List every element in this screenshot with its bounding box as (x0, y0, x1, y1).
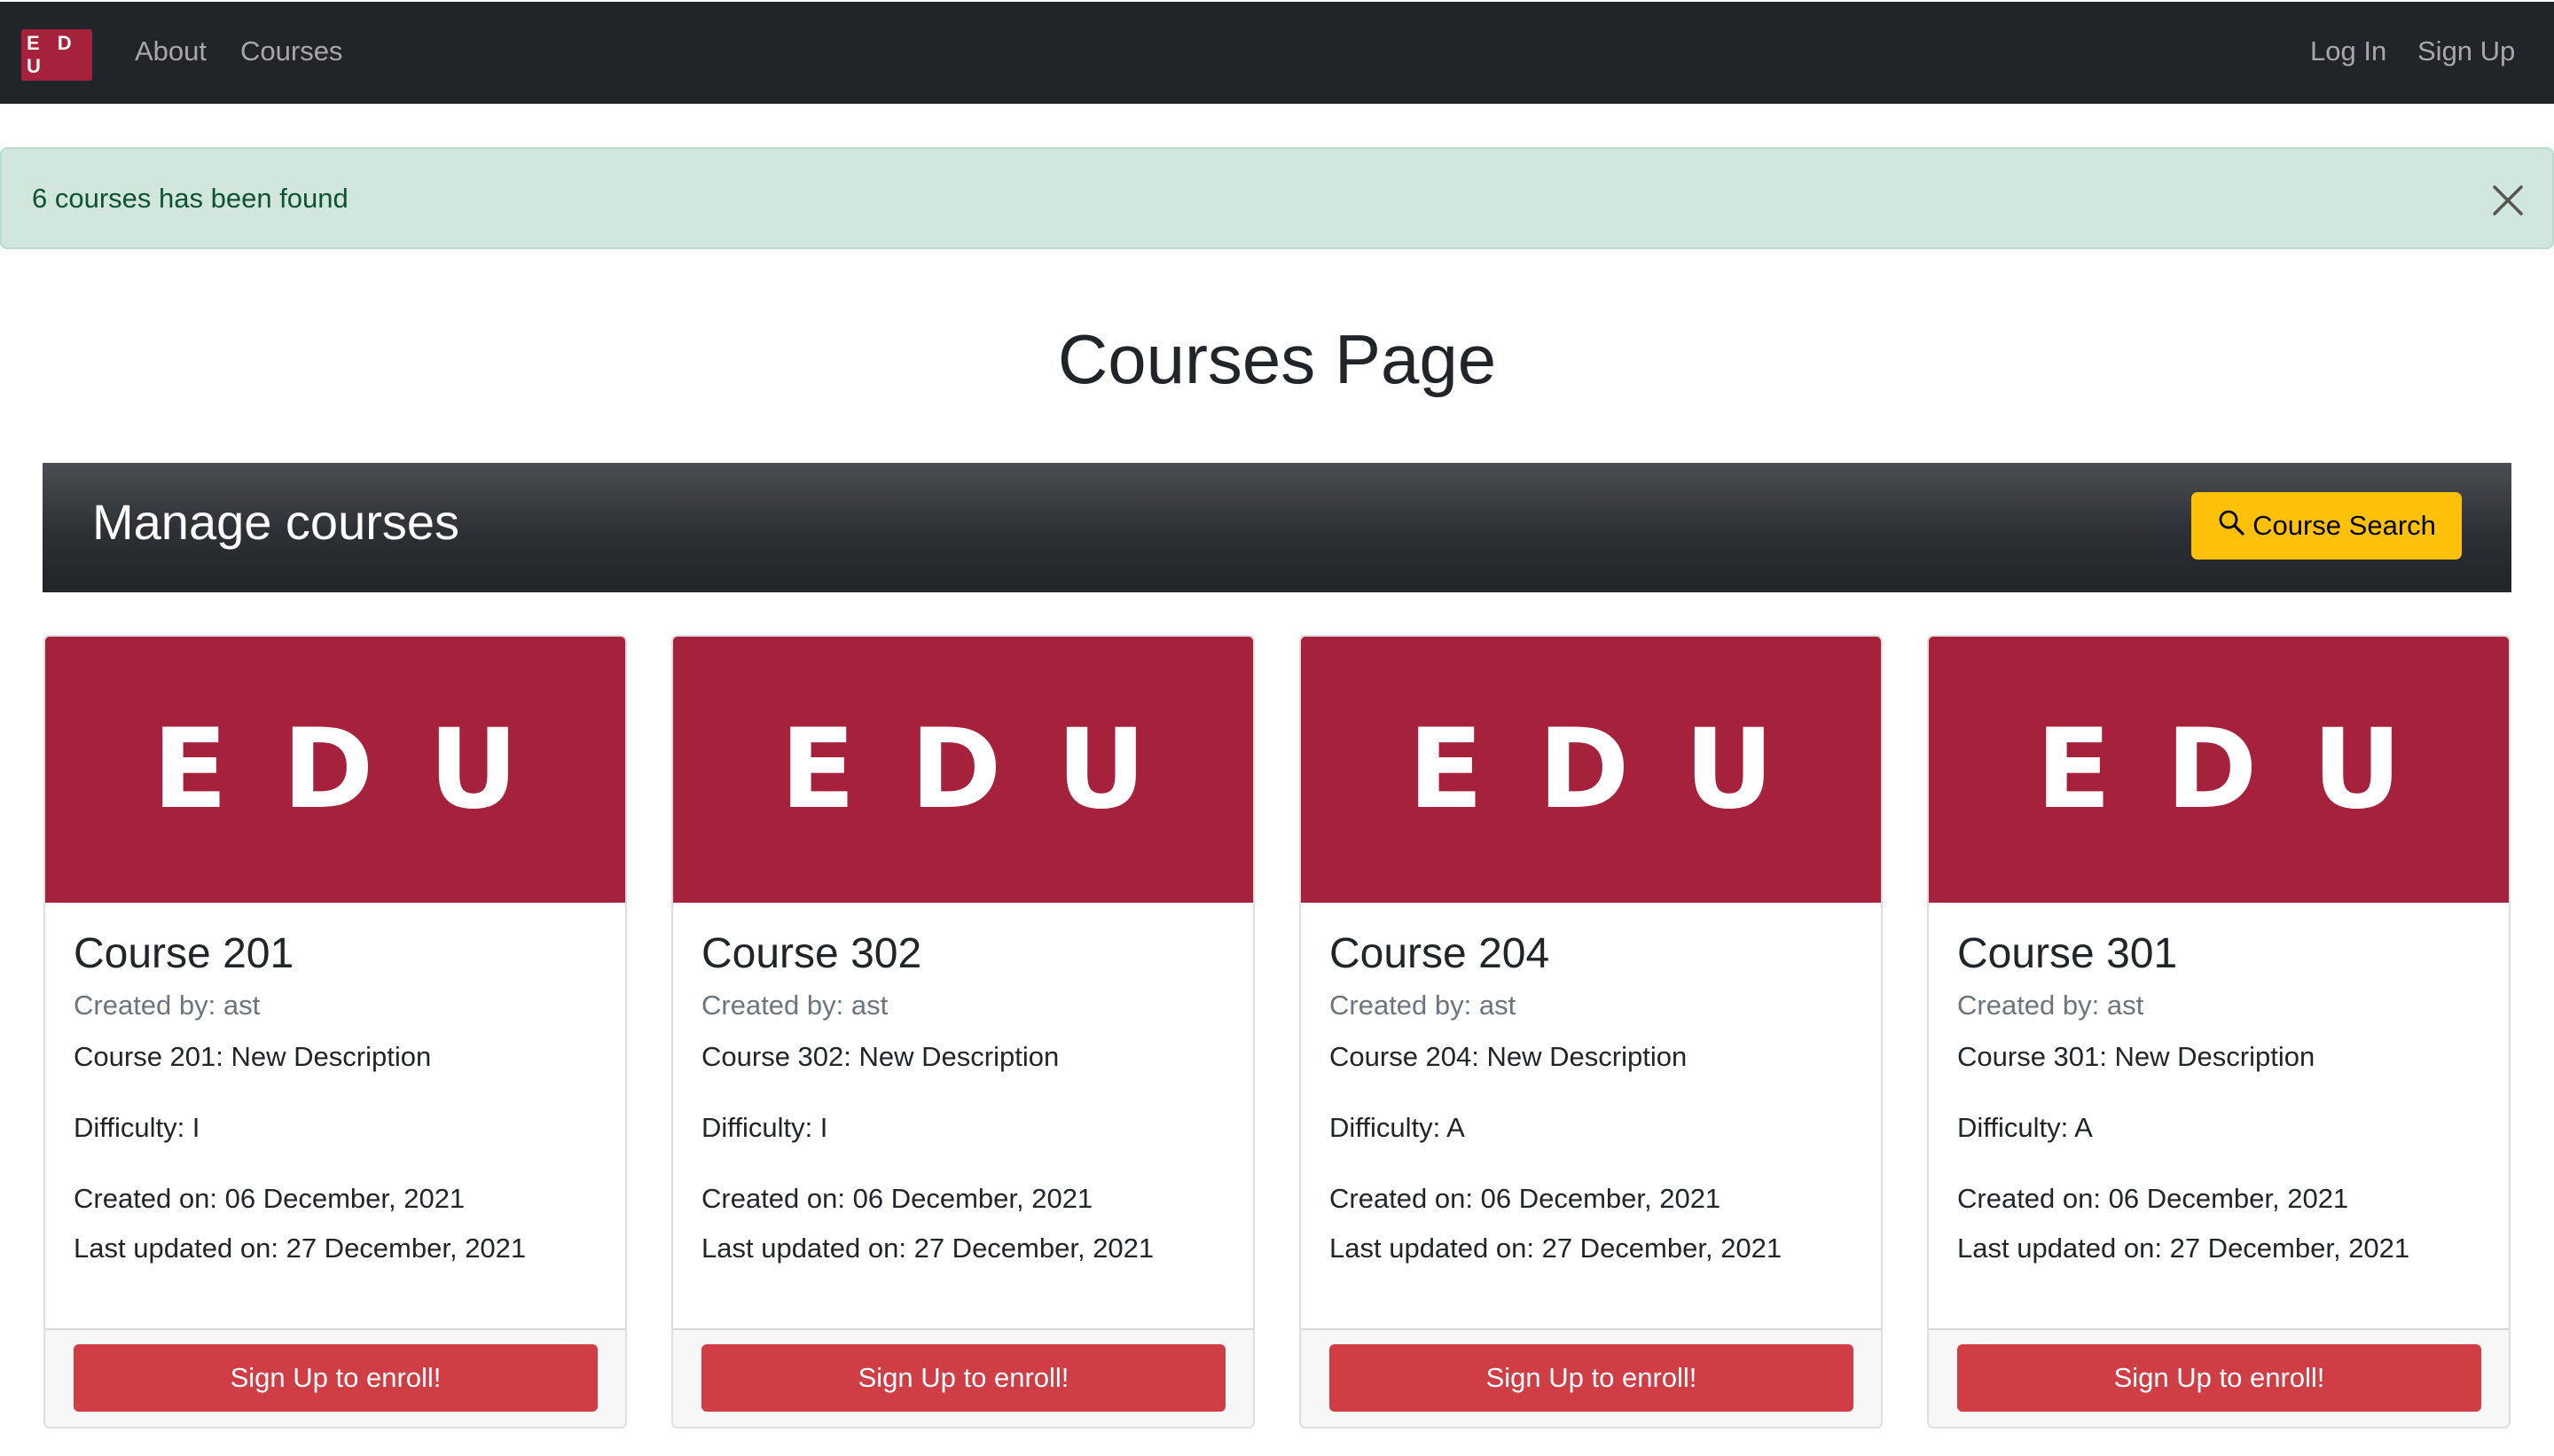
course-creator: Created by: ast (74, 990, 261, 1021)
nav-link-about[interactable]: About (135, 35, 207, 67)
success-alert: 6 courses has been found (0, 147, 2554, 249)
nav-link-login[interactable]: Log In (2310, 35, 2386, 67)
course-card: EDU Course 302 Created by: ast Course 30… (671, 635, 1255, 1429)
manage-courses-header: Manage courses Course Search (43, 463, 2511, 592)
top-navbar: E D U About Courses Log In Sign Up (0, 2, 2554, 104)
course-updated-on: Last updated on: 27 December, 2021 (1329, 1233, 1782, 1264)
course-card: EDU Course 204 Created by: ast Course 20… (1299, 635, 1883, 1429)
course-description: Course 302: New Description (701, 1041, 1060, 1072)
card-footer: Sign Up to enroll! (1301, 1328, 1881, 1427)
nav-link-signup[interactable]: Sign Up (2417, 35, 2515, 67)
page-title: Courses Page (1057, 320, 1497, 398)
alert-message: 6 courses has been found (32, 183, 349, 214)
course-search-button[interactable]: Course Search (2191, 492, 2462, 560)
course-title: Course 301 (1957, 930, 2178, 977)
course-difficulty: Difficulty: A (1957, 1112, 2093, 1143)
course-updated-on: Last updated on: 27 December, 2021 (74, 1233, 527, 1264)
course-created-on: Created on: 06 December, 2021 (1957, 1183, 2349, 1214)
course-difficulty: Difficulty: I (701, 1112, 828, 1143)
course-creator: Created by: ast (701, 990, 889, 1021)
search-icon (2217, 508, 2245, 544)
course-creator: Created by: ast (1957, 990, 2144, 1021)
course-updated-on: Last updated on: 27 December, 2021 (1957, 1233, 2410, 1264)
course-title: Course 302 (701, 930, 922, 977)
nav-link-courses[interactable]: Courses (240, 35, 342, 67)
enroll-button[interactable]: Sign Up to enroll! (1329, 1344, 1853, 1412)
enroll-button[interactable]: Sign Up to enroll! (1957, 1344, 2481, 1412)
course-search-label: Course Search (2252, 510, 2436, 541)
card-footer: Sign Up to enroll! (45, 1328, 625, 1427)
course-description: Course 204: New Description (1329, 1041, 1688, 1072)
course-updated-on: Last updated on: 27 December, 2021 (701, 1233, 1155, 1264)
course-title: Course 201 (74, 930, 294, 977)
course-title: Course 204 (1329, 930, 1550, 977)
card-footer: Sign Up to enroll! (673, 1328, 1253, 1427)
course-image-text: EDU (152, 706, 574, 834)
course-image: EDU (45, 637, 625, 903)
card-footer: Sign Up to enroll! (1929, 1328, 2509, 1427)
course-image-text: EDU (780, 706, 1202, 834)
course-creator: Created by: ast (1329, 990, 1516, 1021)
course-image: EDU (1301, 637, 1881, 903)
course-image-text: EDU (2035, 706, 2457, 834)
course-difficulty: Difficulty: A (1329, 1112, 1465, 1143)
enroll-button[interactable]: Sign Up to enroll! (74, 1344, 598, 1412)
course-created-on: Created on: 06 December, 2021 (1329, 1183, 1721, 1214)
course-description: Course 301: New Description (1957, 1041, 2315, 1072)
manage-courses-title: Manage courses (92, 494, 460, 550)
course-image: EDU (673, 637, 1253, 903)
brand-logo[interactable]: E D U (21, 29, 92, 81)
course-created-on: Created on: 06 December, 2021 (701, 1183, 1093, 1214)
course-created-on: Created on: 06 December, 2021 (74, 1183, 466, 1214)
course-card: EDU Course 201 Created by: ast Course 20… (43, 635, 627, 1429)
enroll-button[interactable]: Sign Up to enroll! (701, 1344, 1226, 1412)
course-description: Course 201: New Description (74, 1041, 432, 1072)
course-image-text: EDU (1407, 706, 1829, 834)
course-difficulty: Difficulty: I (74, 1112, 200, 1143)
close-icon[interactable] (2488, 181, 2527, 220)
course-image: EDU (1929, 637, 2509, 903)
course-card: EDU Course 301 Created by: ast Course 30… (1927, 635, 2511, 1429)
